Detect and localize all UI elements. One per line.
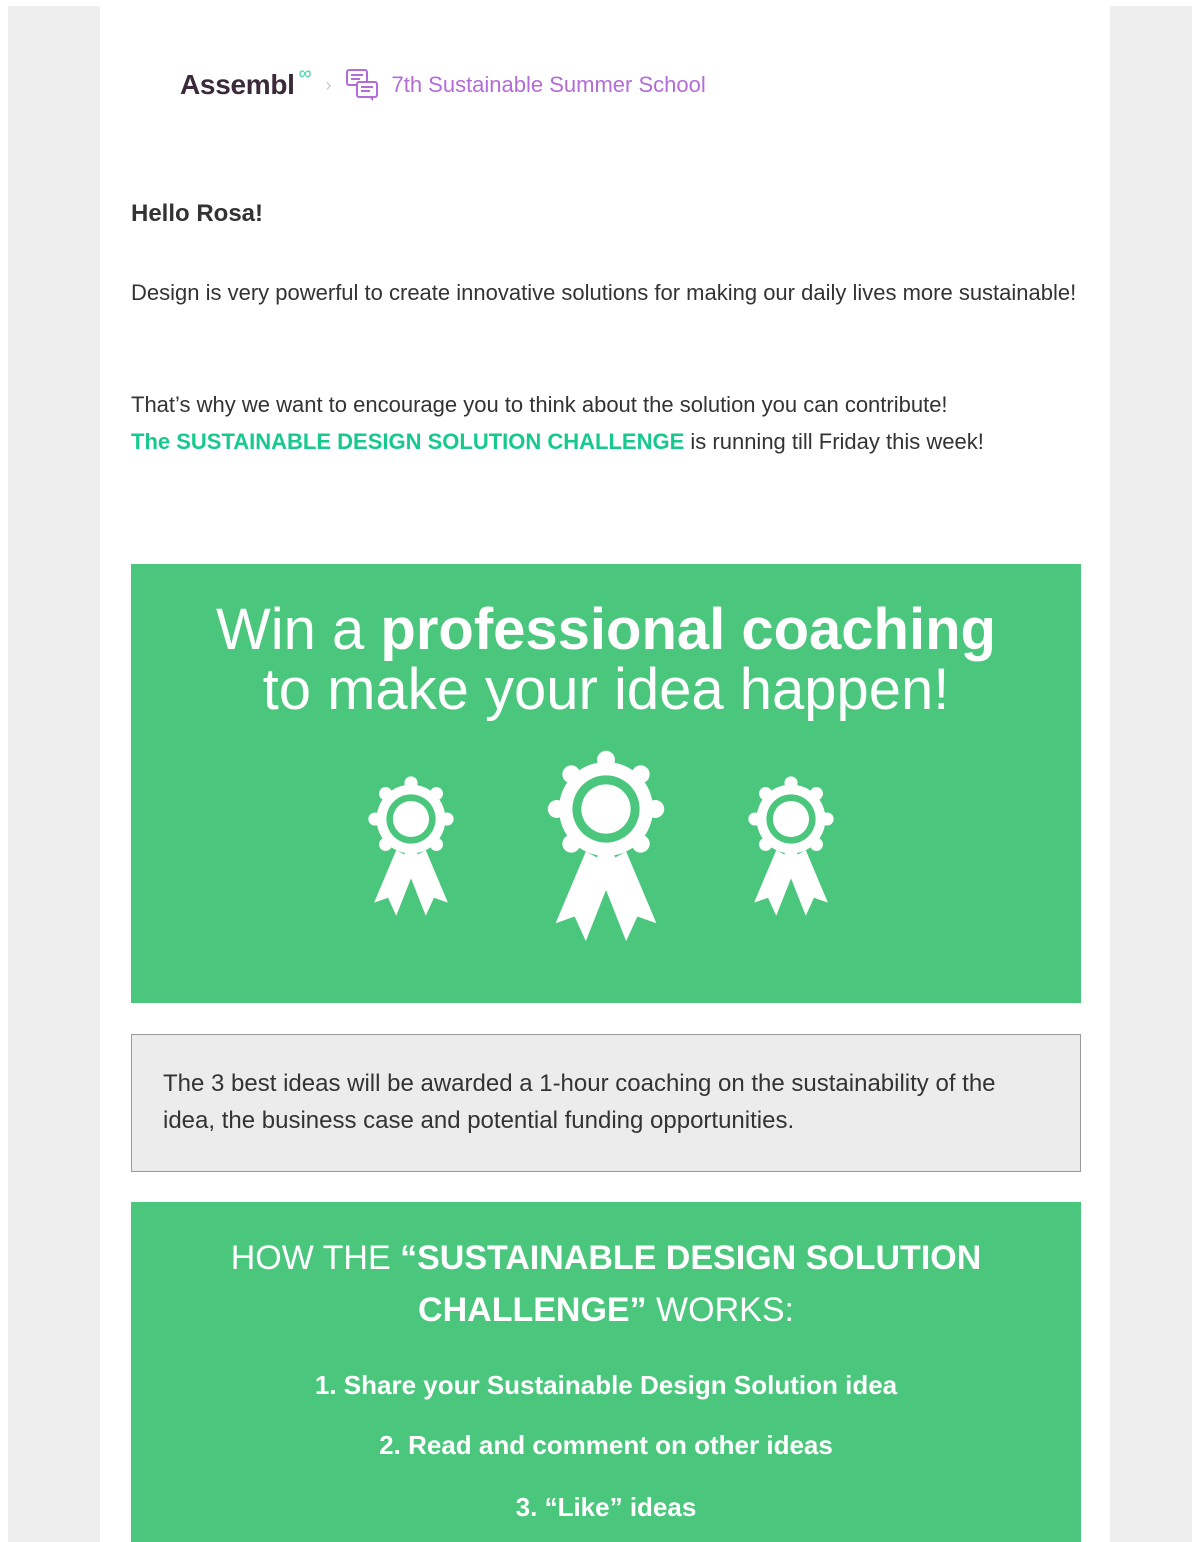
challenge-intro-text: That’s why we want to encourage you to t… xyxy=(131,392,948,417)
challenge-name-link[interactable]: The SUSTAINABLE DESIGN SOLUTION CHALLENG… xyxy=(131,429,684,454)
award-ribbons xyxy=(368,750,834,942)
how-it-works-title: HOW THE “SUSTAINABLE DESIGN SOLUTION CHA… xyxy=(131,1232,1081,1336)
award-info-text: The 3 best ideas will be awarded a 1-hou… xyxy=(163,1070,996,1134)
step-read-comment: 2. Read and comment on other ideas xyxy=(379,1430,833,1460)
award-ribbon-icon xyxy=(748,776,834,916)
banner-headline-prefix: Win a xyxy=(216,597,381,662)
intro-paragraph: Design is very powerful to create innova… xyxy=(131,280,1077,305)
how-title-prefix: HOW THE xyxy=(230,1239,401,1277)
infinity-logo-icon: ∞ xyxy=(298,62,312,83)
discussion-bubbles-icon xyxy=(346,69,379,101)
email-body: Assembl ∞ › 7th Sustainable Summer Schoo… xyxy=(100,0,1110,1542)
chevron-right-icon: › xyxy=(325,74,332,95)
award-info-box: The 3 best ideas will be awarded a 1-hou… xyxy=(131,1034,1081,1172)
greeting: Hello Rosa! xyxy=(131,200,264,227)
award-ribbon-icon xyxy=(547,750,665,942)
award-ribbon-icon xyxy=(368,776,454,916)
discussion-link[interactable]: 7th Sustainable Summer School xyxy=(391,72,705,98)
challenge-paragraph: That’s why we want to encourage you to t… xyxy=(131,386,1086,460)
banner-headline-bold: professional coaching xyxy=(380,597,996,662)
banner-subline: to make your idea happen! xyxy=(262,657,950,722)
step-like-ideas: 3. “Like” ideas xyxy=(515,1492,697,1522)
how-title-suffix: WORKS: xyxy=(646,1291,794,1329)
prize-banner: Win a professional coaching to make your… xyxy=(131,564,1081,1003)
step-share-idea: 1. Share your Sustainable Design Solutio… xyxy=(314,1370,898,1400)
email-header: Assembl ∞ › 7th Sustainable Summer Schoo… xyxy=(180,60,706,110)
left-margin xyxy=(0,0,100,1542)
how-it-works-panel: HOW THE “SUSTAINABLE DESIGN SOLUTION CHA… xyxy=(131,1202,1081,1542)
right-margin xyxy=(1110,6,1192,1542)
banner-headline: Win a professional coaching xyxy=(131,600,1081,660)
challenge-deadline-text: is running till Friday this week! xyxy=(684,429,984,454)
assembl-logo[interactable]: Assembl xyxy=(180,69,295,101)
